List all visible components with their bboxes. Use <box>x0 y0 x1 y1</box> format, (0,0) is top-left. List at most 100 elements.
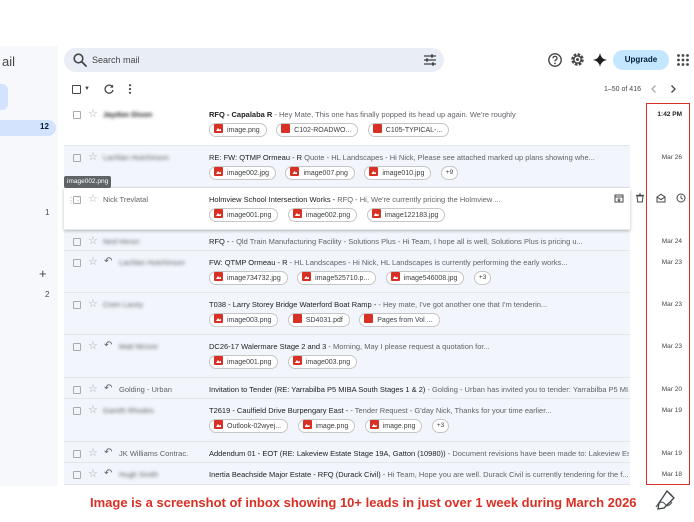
apps-grid-icon[interactable] <box>676 53 690 67</box>
attachment-chip[interactable]: C102-ROADWO... <box>276 123 359 137</box>
attachment-chip[interactable]: image.png <box>364 419 423 433</box>
sparkle-icon[interactable] <box>592 52 608 68</box>
attachment-name: SD4031.pdf <box>305 317 343 324</box>
select-all-checkbox[interactable] <box>72 85 81 94</box>
attachment-chip[interactable]: image.png <box>297 419 356 433</box>
row-checkbox[interactable] <box>73 154 81 162</box>
attachment-chip[interactable]: image003.png <box>209 313 279 327</box>
upgrade-button[interactable]: Upgrade <box>613 50 669 70</box>
chevron-left-icon[interactable] <box>649 84 659 94</box>
email-snippet: - Morning, May I please request a quotat… <box>328 342 490 351</box>
email-date: Mar 23 <box>661 259 682 266</box>
row-checkbox[interactable] <box>73 343 81 351</box>
attachment-chip[interactable]: image003.png <box>287 355 358 369</box>
more-attachments-chip[interactable]: +3 <box>431 419 450 433</box>
refresh-icon[interactable] <box>103 83 115 95</box>
attachment-chip[interactable]: Pages from Vol ... <box>359 313 440 327</box>
attachment-chip[interactable]: image002.jpg <box>209 166 277 180</box>
reply-icon: ↶ <box>104 383 113 394</box>
email-snippet: - HL Landscapes - Hi Nick, HL Landscapes… <box>287 258 568 267</box>
email-row[interactable]: ☆ Lachlan Hutchinson RE: FW: QTMP Ormeau… <box>64 146 630 188</box>
more-attachments-chip[interactable]: +9 <box>440 166 459 180</box>
attachment-chip[interactable]: image734732.jpg <box>209 271 288 285</box>
reply-icon: ↶ <box>104 447 113 458</box>
email-row[interactable]: ☆ ↶ Hugh Smith Inertia Beachside Major E… <box>64 463 630 485</box>
star-icon[interactable]: ☆ <box>88 192 98 205</box>
help-icon[interactable] <box>547 52 563 68</box>
reply-icon: ↶ <box>104 340 113 351</box>
email-row[interactable]: ☆ Jaydon Dixon RFQ - Capalaba R - Hey Ma… <box>64 103 630 146</box>
email-row[interactable]: ☆ ↶ Lachlan Hutchinson FW: QTMP Ormeau -… <box>64 251 630 293</box>
email-sender: Hugh Smith <box>119 470 159 479</box>
attachment-chip[interactable]: image010.jpg <box>364 166 432 180</box>
star-icon[interactable]: ☆ <box>88 446 98 459</box>
image-file-icon <box>302 420 312 429</box>
attachment-chip[interactable]: image546008.jpg <box>385 271 465 285</box>
star-icon[interactable]: ☆ <box>88 403 98 416</box>
attachment-chip[interactable]: image.png <box>209 123 267 137</box>
email-subject: RFQ - Capalaba R <box>209 110 273 119</box>
search-icon[interactable] <box>72 52 88 68</box>
attachment-chip[interactable]: SD4031.pdf <box>287 313 350 327</box>
star-icon[interactable]: ☆ <box>88 382 98 395</box>
attachment-chip[interactable]: image002.png <box>287 208 358 222</box>
trash-icon[interactable] <box>635 193 645 203</box>
attachment-chip[interactable]: Outlook-02wyej... <box>209 419 289 433</box>
attachment-chip[interactable]: image007.png <box>285 166 355 180</box>
more-attachments-chip[interactable]: +3 <box>473 271 492 285</box>
archive-icon[interactable] <box>614 193 624 203</box>
chevron-down-icon[interactable]: ▼ <box>84 86 90 92</box>
row-checkbox[interactable] <box>73 196 81 204</box>
attachment-chip[interactable]: image001.png <box>209 355 279 369</box>
email-subject: Inertia Beachside Major Estate - RFQ (Du… <box>209 470 381 479</box>
reply-icon: ↶ <box>104 468 113 479</box>
more-vert-icon[interactable] <box>124 83 136 95</box>
star-icon[interactable]: ☆ <box>88 234 98 247</box>
attachment-chip[interactable]: image122183.jpg <box>366 208 446 222</box>
attachment-chip[interactable]: image525710.p... <box>297 271 377 285</box>
row-checkbox[interactable] <box>73 259 81 267</box>
star-icon[interactable]: ☆ <box>88 297 98 310</box>
email-row[interactable]: ☆ ↶ JK Williams Contrac. Addendum 01 - E… <box>64 442 630 463</box>
row-checkbox[interactable] <box>73 471 81 479</box>
star-icon[interactable]: ☆ <box>88 467 98 480</box>
star-icon[interactable]: ☆ <box>88 255 98 268</box>
attachment-chips: image003.png SD4031.pdf Pages from Vol .… <box>209 313 445 329</box>
envelope-open-icon[interactable] <box>656 193 666 203</box>
row-checkbox[interactable] <box>73 301 81 309</box>
star-icon[interactable]: ☆ <box>88 107 98 120</box>
email-row[interactable]: ☆ Gareth Rhodes T2619 - Caulfield Drive … <box>64 399 630 442</box>
row-checkbox[interactable] <box>73 111 81 119</box>
star-icon[interactable]: ☆ <box>88 339 98 352</box>
email-snippet: Quote - HL Landscapes - Hi Nick, Please … <box>302 153 595 162</box>
email-row[interactable]: ☆ Ned Heron RFQ - - Qld Train Manufactur… <box>64 230 630 251</box>
clock-icon[interactable] <box>676 193 686 203</box>
add-label-button[interactable]: + <box>39 266 47 281</box>
email-sender: Matt McIvor <box>119 342 159 351</box>
gear-icon[interactable] <box>569 51 586 68</box>
attachment-name: image.png <box>227 127 260 134</box>
attachment-name: Outlook-02wyej... <box>227 423 282 430</box>
email-row[interactable]: ☆ Coen Lacey T038 - Larry Storey Bridge … <box>64 293 630 335</box>
row-checkbox[interactable] <box>73 407 81 415</box>
attachment-chip[interactable]: image001.png <box>209 208 279 222</box>
attachment-name: image734732.jpg <box>227 275 281 282</box>
email-row[interactable]: ☆ ↶ Golding - Urban Invitation to Tender… <box>64 378 630 399</box>
compose-button-edge[interactable] <box>0 84 8 110</box>
star-icon[interactable]: ☆ <box>88 150 98 163</box>
attachment-chip[interactable]: C105-TYPICAL-... <box>367 123 450 137</box>
row-checkbox[interactable] <box>73 450 81 458</box>
email-row[interactable]: ☆ ↶ Matt McIvor DC26-17 Walermare Stage … <box>64 335 630 378</box>
chevron-right-icon[interactable] <box>668 84 678 94</box>
email-row[interactable]: ⋮⋮ ☆ Nick Trevlatal Holmview School Inte… <box>64 188 686 230</box>
search-input[interactable] <box>92 53 392 67</box>
attachment-name: image.png <box>382 423 416 430</box>
pdf-file-icon <box>364 314 374 323</box>
row-checkbox[interactable] <box>73 238 81 246</box>
email-date: Mar 18 <box>661 471 682 478</box>
inbox-unread-count: 12 <box>40 122 49 131</box>
row-checkbox[interactable] <box>73 386 81 394</box>
left-navigation-rail <box>0 46 58 486</box>
image-file-icon <box>214 356 223 365</box>
tune-icon[interactable] <box>422 52 438 68</box>
